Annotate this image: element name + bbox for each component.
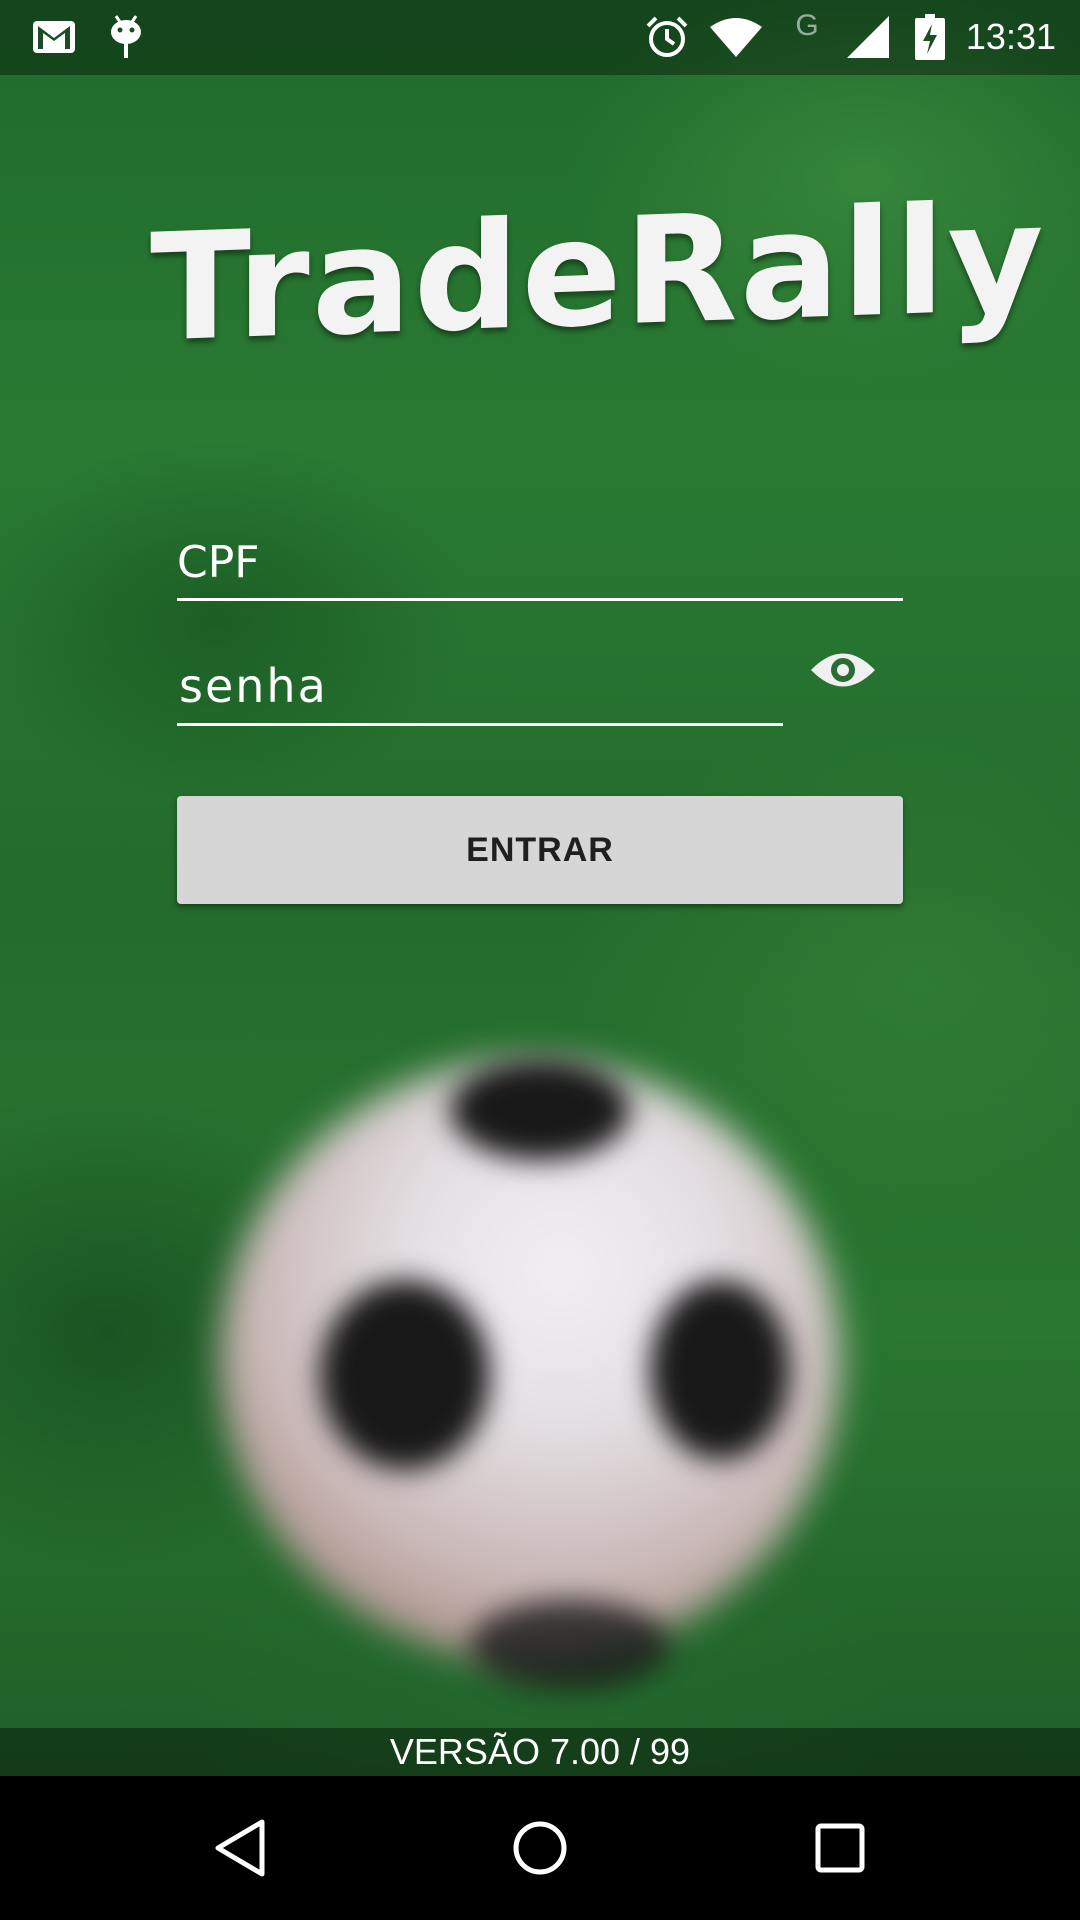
cpf-placeholder: CPF [177,537,260,588]
gmail-icon [30,14,78,60]
signal-icon [844,14,892,60]
status-bar: G 13:31 [0,0,1080,75]
home-icon[interactable] [480,1776,600,1920]
wifi-icon [708,14,764,60]
version-label: VERSÃO 7.00 / 99 [0,1728,1080,1776]
cpf-input[interactable]: CPF [177,520,903,601]
ball-patch [650,1280,790,1460]
login-screen: G 13:31 TradeRally CPF senha ENTRAR VERS… [0,0,1080,1920]
ball-patch [450,1060,630,1160]
alarm-icon [642,14,692,60]
battery-charging-icon [912,14,948,60]
login-button[interactable]: ENTRAR [177,796,903,904]
app-logo: TradeRally [150,171,1046,375]
ball-patch [470,1600,670,1690]
recents-icon[interactable] [780,1776,900,1920]
navigation-bar [0,1776,1080,1920]
password-placeholder: senha [179,659,328,713]
eye-icon[interactable] [807,640,879,700]
clock: 13:31 [965,16,1056,57]
ball-patch [320,1280,490,1470]
android-debug-icon [104,14,148,60]
password-input[interactable]: senha [177,645,783,726]
back-icon[interactable] [180,1776,300,1920]
network-type-label: G [795,9,819,42]
network-g-icon: G [790,6,824,46]
